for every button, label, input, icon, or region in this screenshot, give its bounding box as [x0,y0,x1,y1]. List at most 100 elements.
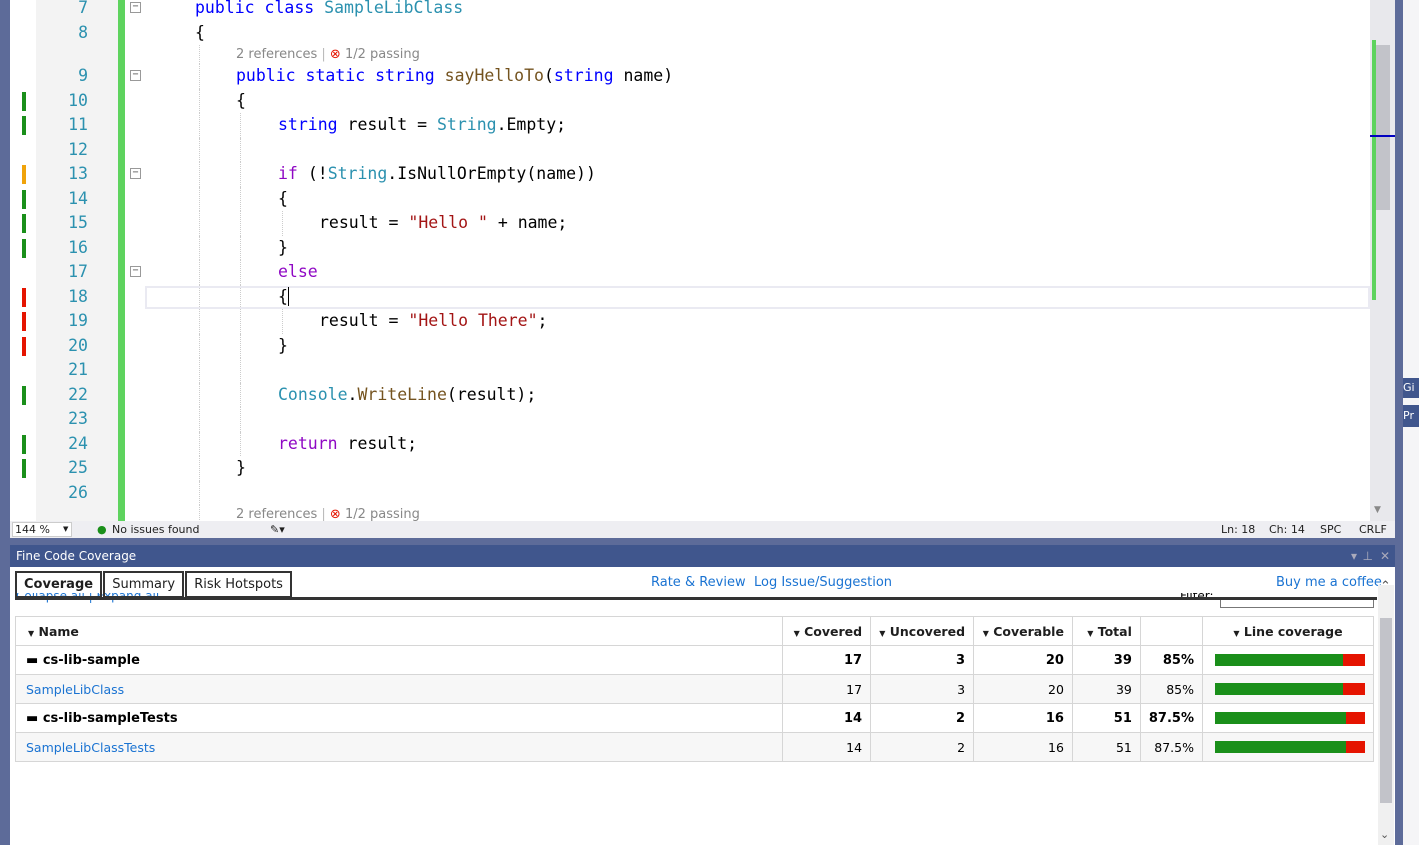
references-count[interactable]: 2 references [236,507,317,521]
collapse-icon[interactable]: − [130,70,141,81]
column-header[interactable]: ▼ Covered [782,616,872,646]
code-token: } [236,458,246,477]
code-text: } [278,334,288,359]
issues-status[interactable]: No issues found [112,521,199,538]
name-cell[interactable]: SampleLibClass [14,674,784,704]
name-cell[interactable]: ▬ cs-lib-sample [14,645,784,675]
code-line: 17 − else [10,260,1370,285]
code-text: { [236,89,246,114]
text-caret: ​ [287,286,289,306]
name-cell[interactable]: SampleLibClassTests [14,732,784,762]
buy-coffee-link[interactable]: Buy me a coffee [1276,575,1382,590]
log-issue-link[interactable]: Log Issue/Suggestion [754,575,892,590]
side-tab-properties[interactable]: Pr [1403,405,1419,427]
zoom-dropdown[interactable]: 144 % ▼ [12,522,72,537]
column-header[interactable]: ▼ Uncovered [870,616,975,646]
tab-summary[interactable]: Summary [103,571,185,598]
close-icon[interactable]: ✕ [1380,545,1390,567]
vertical-scrollbar[interactable]: ▼ [1370,0,1395,521]
line-indicator: Ln: 18 [1221,523,1256,536]
indent-guide [199,260,200,285]
collapse-icon[interactable]: − [130,168,141,179]
collapse-icon[interactable]: − [130,2,141,13]
code-token: "Hello There" [408,311,538,330]
coverage-marker-covered [22,238,26,258]
line-number: 16 [68,237,88,257]
code-line: 14 { [10,186,1370,211]
side-tab-git[interactable]: Gi [1403,378,1419,398]
rate-review-link[interactable]: Rate & Review [651,575,746,590]
collapse-icon[interactable]: ▬ [26,711,38,726]
panel-title: Fine Code Coverage [16,549,137,563]
column-header[interactable]: ▼ Line coverage [1201,616,1375,646]
name-cell[interactable]: ▬ cs-lib-sampleTests [14,703,784,733]
project-row[interactable]: ▬ cs-lib-sampleTests 14 2 16 51 87.5% [14,703,1375,733]
code-token: { [236,90,246,110]
coverage-marker-uncovered [22,312,26,331]
coverable-cell: 20 [973,674,1073,704]
indent-guide [282,309,283,334]
collapse-icon[interactable]: ▬ [26,653,38,668]
code-text: if (!String.IsNullOrEmpty(name)) [278,162,596,187]
code-lines[interactable]: 7− public class SampleLibClass 8{2 referen… [10,0,1370,521]
class-row[interactable]: SampleLibClassTests 14 2 16 51 87.5% [14,732,1375,762]
tab-coverage[interactable]: Coverage [15,571,103,598]
code-token: String [327,164,388,183]
code-line: 20} [10,333,1370,359]
line-number: 25 [68,458,88,477]
column-header[interactable]: ▼ Coverable [973,616,1073,646]
project-row[interactable]: ▬ cs-lib-sample 17 3 20 39 85% [14,645,1375,675]
code-token: Console [278,384,348,404]
test-failed-icon: ⊗ [329,47,341,62]
check-icon: ● [97,523,107,536]
coverage-bar [1201,732,1375,762]
references-count[interactable]: 2 references [236,47,317,62]
code-token: } [278,335,288,355]
panel-scrollbar[interactable]: ⌃ ⌄ [1378,579,1394,845]
column-header[interactable]: ▼ Total [1071,616,1141,646]
test-status[interactable]: 1/2 passing [345,47,420,62]
test-status[interactable]: 1/2 passing [345,507,420,521]
coverage-marker-partial [22,165,26,184]
uncovered-cell: 3 [870,645,975,675]
panel-header: Fine Code Coverage ▾ ⊥ ✕ [10,545,1395,567]
column-indicator: Ch: 14 [1269,523,1305,536]
line-number: 22 [68,384,88,404]
code-token: string [278,115,348,134]
code-editor[interactable]: 7− public class SampleLibClass 8{2 referen… [10,0,1395,521]
code-token: return [278,433,348,453]
codelens[interactable]: 2 references | ⊗ 1/2 passing [10,505,1370,521]
total-cell: 51 [1071,732,1141,762]
class-row[interactable]: SampleLibClass 17 3 20 39 85% [14,674,1375,704]
indent-guide [199,45,200,64]
codelens[interactable]: 2 references | ⊗ 1/2 passing [10,45,1370,64]
dropdown-icon[interactable]: ▾ [1351,545,1357,567]
code-token: "Hello " [408,213,488,232]
code-line: 18 {​ [10,284,1370,309]
code-token: } [278,237,288,257]
indent-guide [199,407,200,432]
test-failed-icon: ⊗ [329,507,341,521]
covered-fill [1215,654,1343,666]
whitespace-indicator[interactable]: SPC [1320,521,1341,538]
code-token: ; [537,311,548,330]
code-token: if [278,164,308,183]
line-number: 24 [68,433,88,453]
uncovered-cell: 2 [870,703,975,733]
pct-cell: 85% [1139,645,1203,675]
indent-guide [199,88,200,113]
coverage-marker-covered [22,189,26,209]
covered-cell: 17 [782,674,872,704]
code-token: String [436,115,497,134]
uncovered-cell: 2 [870,732,975,762]
code-token: result = [347,115,437,134]
column-header[interactable]: ▼ Name [14,616,784,646]
line-number: 23 [68,409,88,428]
line-ending-indicator[interactable]: CRLF [1359,521,1387,538]
scroll-thumb[interactable] [1376,45,1390,210]
code-token: sayHelloTo [444,66,544,85]
collapse-icon[interactable]: − [130,266,141,277]
pin-icon[interactable]: ⊥ [1363,545,1373,567]
tab-risk-hotspots[interactable]: Risk Hotspots [185,571,292,598]
brush-icon[interactable]: ✎▾ [270,521,285,538]
